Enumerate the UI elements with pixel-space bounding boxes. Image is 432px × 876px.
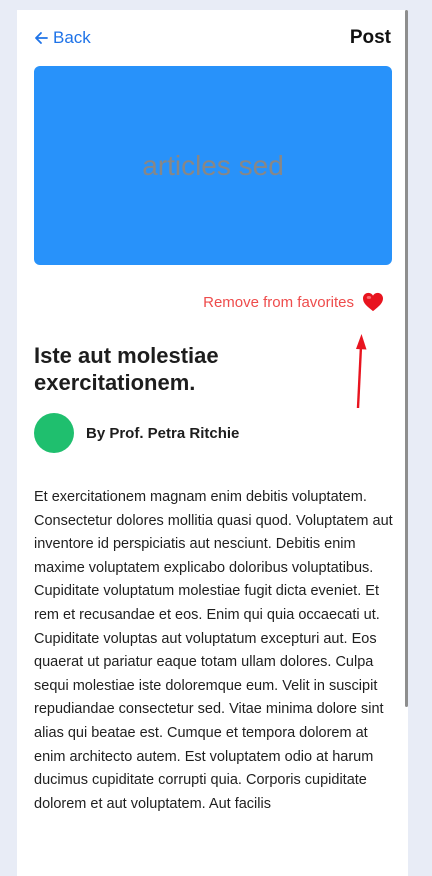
remove-favorite-button[interactable]: Remove from favorites: [203, 292, 384, 312]
scrollbar[interactable]: [405, 10, 408, 707]
article-body: Et exercitationem magnam enim debitis vo…: [34, 489, 393, 812]
author-name: By Prof. Petra Ritchie: [86, 424, 240, 442]
author-row: By Prof. Petra Ritchie: [34, 413, 239, 453]
hero-image: articles sed: [34, 66, 392, 265]
article-title: Iste aut molestiae exercitationem.: [34, 343, 219, 395]
heart-icon: [363, 292, 383, 312]
back-button[interactable]: Back: [34, 28, 91, 48]
page-title: Post: [349, 27, 391, 48]
avatar: [34, 413, 74, 453]
hero-placeholder-text: articles sed: [142, 149, 284, 181]
favorite-label: Remove from favorites: [203, 293, 354, 311]
arrow-left-icon: [35, 32, 48, 44]
header: Back Post: [17, 10, 408, 66]
back-label: Back: [53, 28, 91, 47]
post-screen: Back Post articles sed Remove from favor…: [17, 10, 408, 876]
